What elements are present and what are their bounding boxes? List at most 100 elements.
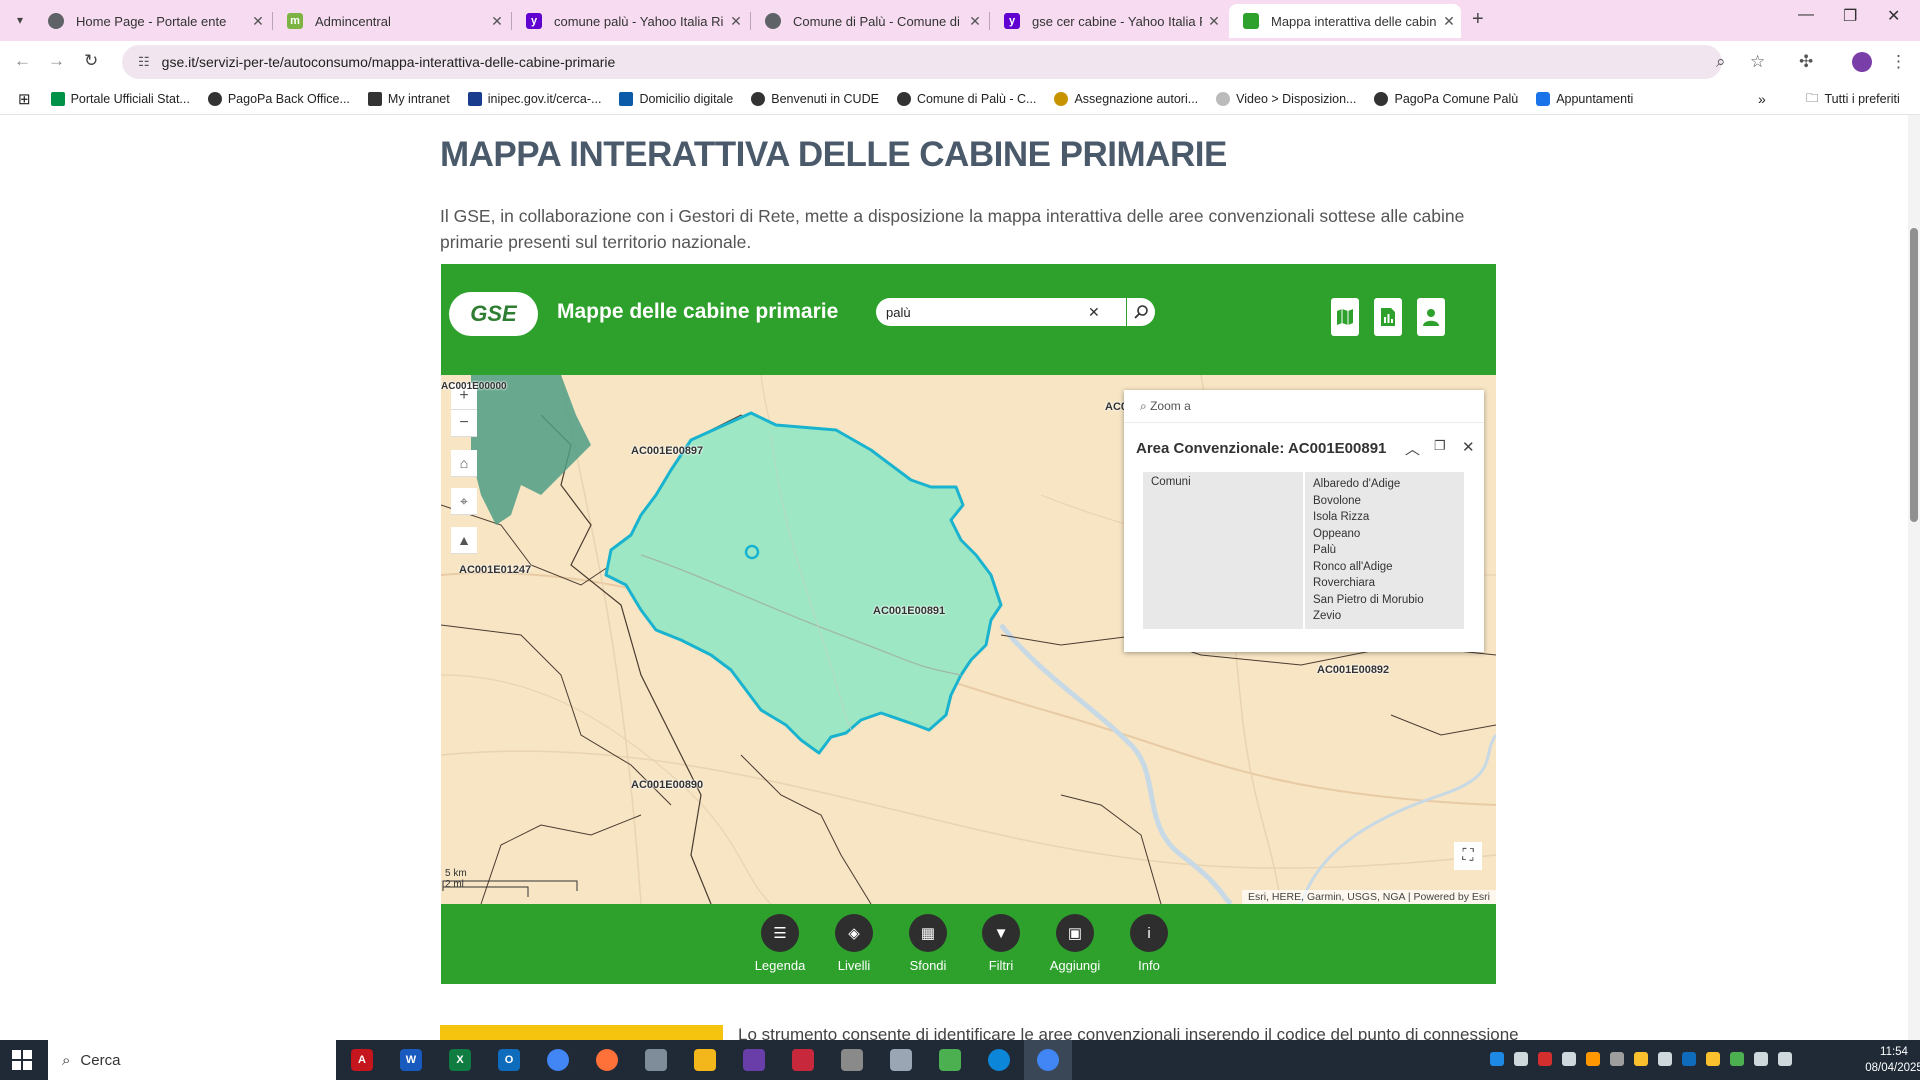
close-icon[interactable]: ✕ xyxy=(724,13,748,30)
close-icon[interactable]: ✕ xyxy=(246,13,270,30)
notepad-icon[interactable] xyxy=(743,1049,765,1071)
tray-icon[interactable] xyxy=(1610,1052,1624,1066)
map-view-button[interactable] xyxy=(1331,298,1359,336)
fullscreen-button[interactable]: ⛶ xyxy=(1454,842,1482,870)
sfondi-button[interactable]: ▦ Sfondi xyxy=(898,914,958,973)
zoom-icon[interactable]: ⌕ xyxy=(1716,52,1726,72)
close-icon[interactable]: ✕ xyxy=(485,13,509,30)
bookmark-item[interactable]: Appuntamenti xyxy=(1536,92,1633,106)
tray-icon[interactable] xyxy=(1490,1052,1504,1066)
browser-tab[interactable]: y comune palù - Yahoo Italia Risu... ✕ xyxy=(512,4,748,38)
restore-icon[interactable]: ❐ xyxy=(1843,6,1857,26)
browser-tab[interactable]: m Admincentral ✕ xyxy=(273,4,509,38)
profile-avatar[interactable] xyxy=(1852,52,1872,72)
bookmark-item[interactable]: Comune di Palù - C... xyxy=(896,92,1036,106)
powered-by-link[interactable]: Powered by Esri xyxy=(1414,891,1490,903)
reload-icon[interactable]: ↻ xyxy=(84,51,98,71)
bookmark-item[interactable]: inipec.gov.it/cerca-... xyxy=(467,92,601,106)
chrome-icon[interactable] xyxy=(1037,1049,1059,1071)
map-view[interactable]: + − ⌂ ⌖ ▲ AC001E00897 AC001E01247 AC001E… xyxy=(441,375,1496,904)
scrollbar-thumb[interactable] xyxy=(1910,228,1918,522)
firefox-icon[interactable] xyxy=(596,1049,618,1071)
extensions-icon[interactable]: ✣ xyxy=(1799,52,1813,72)
area-label: AC001E00891 xyxy=(873,605,946,617)
clear-search-icon[interactable]: ✕ xyxy=(1088,304,1100,321)
document-icon[interactable] xyxy=(841,1049,863,1071)
aggiungi-button[interactable]: ▣ Aggiungi xyxy=(1045,914,1105,973)
browser-tab[interactable]: y gse cer cabine - Yahoo Italia Ris... ✕ xyxy=(990,4,1226,38)
home-button[interactable]: ⌂ xyxy=(451,450,477,477)
tray-icon[interactable] xyxy=(1634,1052,1648,1066)
page-scrollbar[interactable] xyxy=(1908,115,1920,1040)
close-icon[interactable]: ✕ xyxy=(963,13,987,30)
app-icon[interactable] xyxy=(939,1049,961,1071)
bookmark-item[interactable]: My intranet xyxy=(367,92,450,106)
more-bookmarks-icon[interactable]: » xyxy=(1758,91,1766,107)
network-tray-icon[interactable] xyxy=(1778,1052,1792,1066)
spreadsheet-button[interactable] xyxy=(1374,298,1402,336)
acrobat-icon[interactable]: A xyxy=(351,1049,373,1071)
start-button[interactable] xyxy=(12,1050,32,1070)
tray-icon[interactable] xyxy=(1538,1052,1552,1066)
collapse-icon[interactable]: ︿ xyxy=(1405,438,1420,459)
livelli-button[interactable]: ◈ Livelli xyxy=(824,914,884,973)
filter-icon: ▼ xyxy=(982,914,1020,952)
chrome-icon[interactable] xyxy=(547,1049,569,1071)
outlook-tray-icon[interactable] xyxy=(1682,1052,1696,1066)
site-info-icon[interactable]: ☷ xyxy=(138,54,150,70)
locate-button[interactable]: ⌖ xyxy=(451,488,477,515)
tray-icon[interactable] xyxy=(1730,1052,1744,1066)
close-icon[interactable]: ✕ xyxy=(1202,13,1226,30)
bookmark-label: PagoPa Back Office... xyxy=(227,92,350,106)
close-icon[interactable]: ✕ xyxy=(1437,13,1461,30)
search-button[interactable] xyxy=(1127,298,1155,326)
tray-icon[interactable] xyxy=(1706,1052,1720,1066)
search-input[interactable] xyxy=(884,303,1088,321)
bookmark-item[interactable]: Video > Disposizion... xyxy=(1216,92,1356,106)
taskbar-search[interactable]: ⌕ Cerca xyxy=(48,1040,336,1080)
zoom-out-button[interactable]: − xyxy=(451,410,477,437)
bookmark-item[interactable]: PagoPa Comune Palù xyxy=(1374,92,1518,106)
minimize-icon[interactable]: — xyxy=(1798,6,1814,24)
filtri-button[interactable]: ▼ Filtri xyxy=(971,914,1031,973)
forward-icon[interactable]: → xyxy=(48,51,65,71)
taskbar-clock[interactable]: 11:54 08/04/2025 xyxy=(1859,1044,1920,1076)
printer-icon[interactable] xyxy=(1514,1052,1528,1066)
mail-icon[interactable] xyxy=(1658,1052,1672,1066)
outlook-icon[interactable]: O xyxy=(498,1049,520,1071)
word-icon[interactable]: W xyxy=(400,1049,422,1071)
info-button[interactable]: i Info xyxy=(1119,914,1179,973)
app-icon[interactable] xyxy=(792,1049,814,1071)
close-window-icon[interactable]: ✕ xyxy=(1887,6,1900,26)
edge-icon[interactable] xyxy=(988,1049,1010,1071)
browser-tab[interactable]: Comune di Palù - Comune di Pa... ✕ xyxy=(751,4,987,38)
file-explorer-icon[interactable] xyxy=(694,1049,716,1071)
all-bookmarks-folder[interactable]: 🗀 Tutti i preferiti xyxy=(1806,89,1900,110)
apps-grid-icon[interactable]: ⊞ xyxy=(18,90,31,108)
address-bar[interactable]: ☷ gse.it/servizi-per-te/autoconsumo/mapp… xyxy=(122,45,1722,79)
zoom-to-action[interactable]: ⌕ Zoom a xyxy=(1140,399,1191,414)
bookmark-item[interactable]: Benvenuti in CUDE xyxy=(751,92,879,106)
close-icon[interactable]: ✕ xyxy=(1462,438,1475,456)
bookmark-item[interactable]: Portale Ufficiali Stat... xyxy=(50,92,190,106)
network-icon[interactable] xyxy=(645,1049,667,1071)
dock-icon[interactable]: ❐ xyxy=(1434,438,1446,454)
back-icon[interactable]: ← xyxy=(14,51,31,71)
app-icon[interactable] xyxy=(890,1049,912,1071)
browser-tab-active[interactable]: Mappa interattiva delle cabine p... ✕ xyxy=(1229,4,1461,38)
battery-icon[interactable] xyxy=(1754,1052,1768,1066)
bookmark-star-icon[interactable]: ☆ xyxy=(1750,52,1765,72)
new-tab-button[interactable]: + xyxy=(1472,8,1484,31)
menu-icon[interactable]: ⋮ xyxy=(1890,52,1907,72)
excel-icon[interactable]: X xyxy=(449,1049,471,1071)
tray-icon[interactable] xyxy=(1586,1052,1600,1066)
tab-search-icon[interactable]: ▾ xyxy=(8,10,32,30)
bookmark-item[interactable]: Assegnazione autori... xyxy=(1054,92,1198,106)
browser-tab[interactable]: Home Page - Portale ente ✕ xyxy=(34,4,270,38)
compass-button[interactable]: ▲ xyxy=(451,527,477,554)
bookmark-item[interactable]: PagoPa Back Office... xyxy=(207,92,350,106)
volume-icon[interactable] xyxy=(1562,1052,1576,1066)
user-button[interactable] xyxy=(1417,298,1445,336)
legenda-button[interactable]: ☰ Legenda xyxy=(750,914,810,973)
bookmark-item[interactable]: Domicilio digitale xyxy=(619,92,733,106)
